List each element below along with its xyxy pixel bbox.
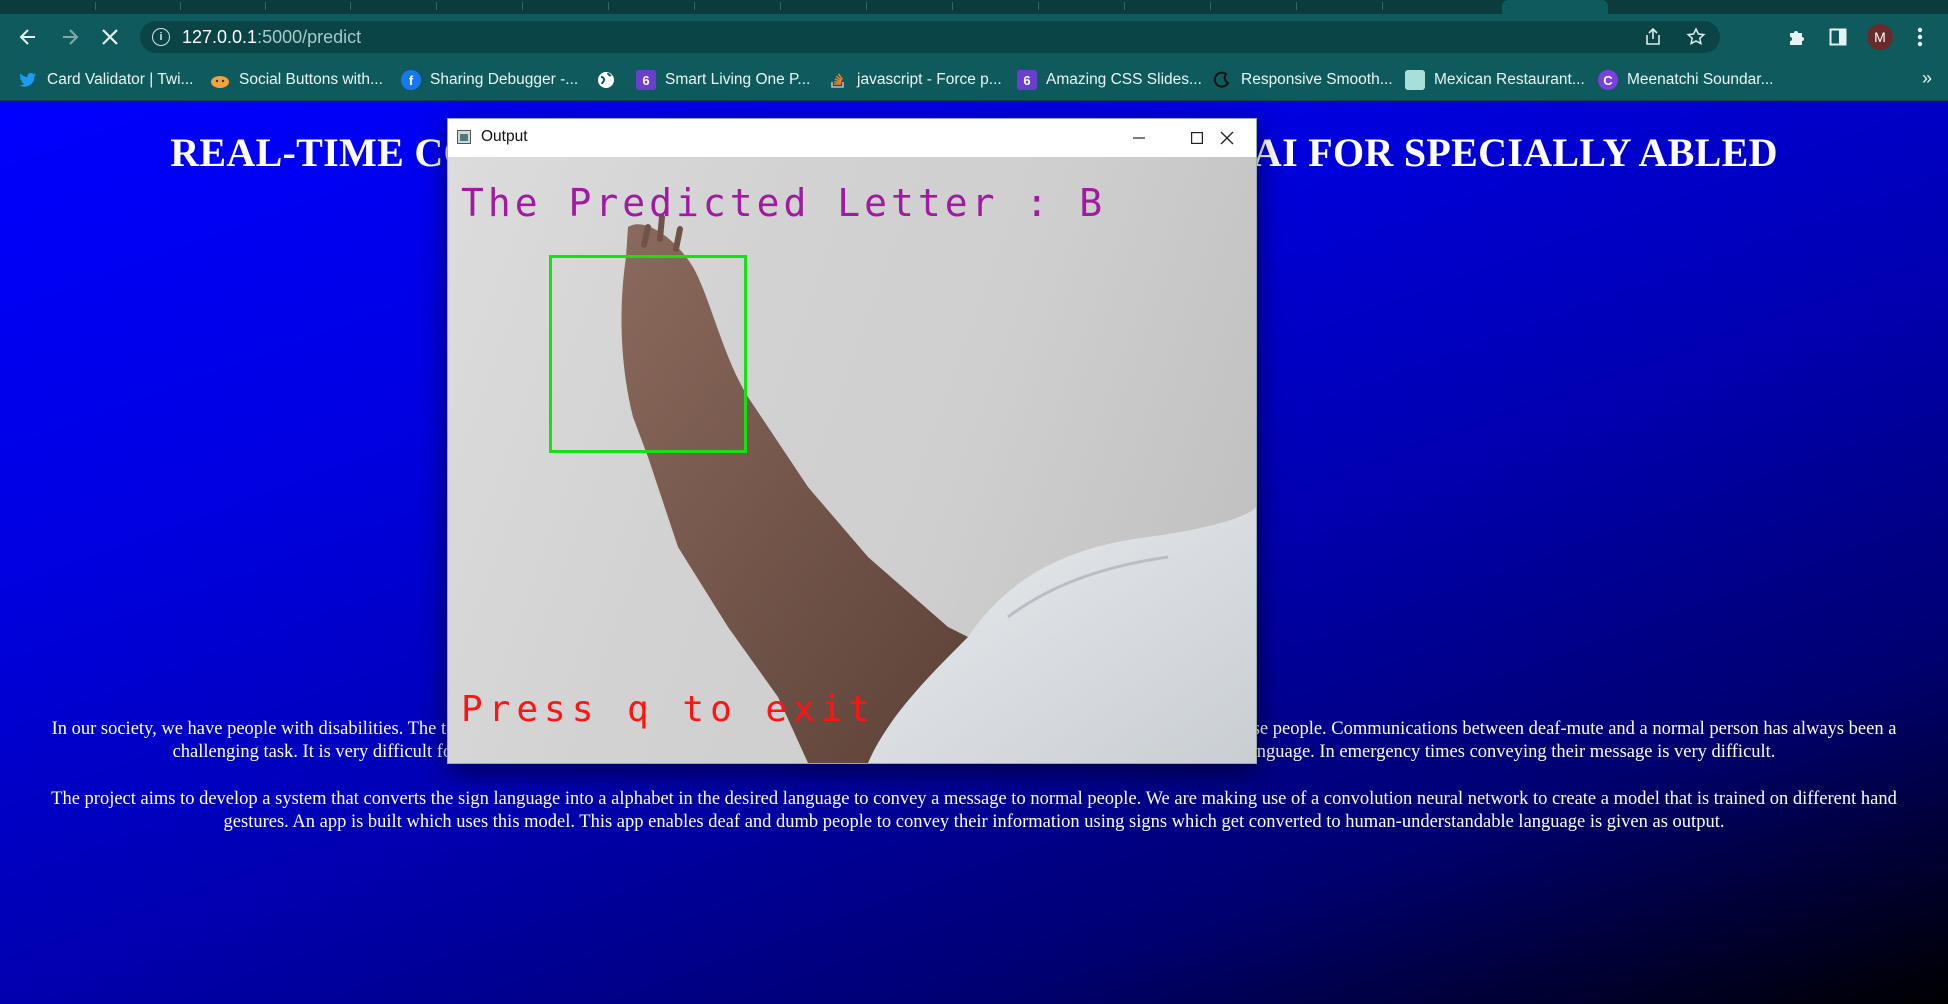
site-info-icon[interactable]: i bbox=[152, 28, 170, 46]
output-window-title: Output bbox=[481, 128, 528, 145]
tab-separator bbox=[866, 2, 867, 10]
tab-separator bbox=[780, 2, 781, 10]
arrow-right-icon bbox=[63, 29, 79, 45]
window-close-button[interactable] bbox=[1198, 119, 1256, 157]
tab-separator bbox=[1296, 2, 1297, 10]
bookmark-star-icon[interactable] bbox=[1686, 27, 1706, 47]
aim-paragraph: The project aims to develop a system tha… bbox=[51, 789, 1897, 832]
bookmark-label: Mexican Restaurant... bbox=[1434, 71, 1585, 88]
share-icon[interactable] bbox=[1644, 27, 1664, 47]
tab-separator bbox=[1124, 2, 1125, 10]
bookmark-item[interactable]: Responsive Smooth... bbox=[1212, 68, 1393, 92]
bookmark-label: Sharing Debugger -... bbox=[430, 71, 579, 88]
bookmark-item[interactable]: 6 Amazing CSS Slides... bbox=[1017, 68, 1202, 92]
prediction-overlay-text: The Predicted Letter : B bbox=[461, 181, 1107, 225]
exit-instruction-text: Press q to exit bbox=[461, 689, 877, 730]
stackoverflow-icon bbox=[828, 70, 848, 90]
tab-separator bbox=[952, 2, 953, 10]
bookmarks-overflow-icon[interactable]: » bbox=[1922, 68, 1932, 89]
bookmark-item[interactable]: f Sharing Debugger -... bbox=[401, 68, 578, 92]
window-app-icon bbox=[457, 130, 471, 144]
bookmarks-bar: Card Validator | Twi... Social Buttons w… bbox=[0, 60, 1948, 101]
browser-toolbar: i 127.0.0.1:5000/predict M bbox=[0, 14, 1948, 60]
emoji-face-icon bbox=[210, 70, 230, 90]
bookmark-label: Card Validator | Twi... bbox=[47, 71, 194, 88]
tab-separator bbox=[350, 2, 351, 10]
camera-feed: The Predicted Letter : B Press q to exit bbox=[448, 157, 1256, 763]
output-window[interactable]: Output The Predicted Letter: B Press q … bbox=[447, 118, 1257, 764]
bookmark-label: Social Buttons with... bbox=[239, 71, 383, 88]
tab-separator bbox=[265, 2, 266, 10]
image-icon bbox=[1405, 70, 1425, 90]
extensions-button[interactable] bbox=[1779, 14, 1815, 60]
profile-avatar[interactable]: M bbox=[1867, 24, 1893, 50]
tab-separator bbox=[608, 2, 609, 10]
bookmark-item[interactable]: javascript - Force p... bbox=[828, 68, 1002, 92]
menu-button[interactable] bbox=[1902, 14, 1938, 60]
active-tab[interactable] bbox=[1502, 0, 1608, 14]
tab-separator bbox=[180, 2, 181, 10]
kebab-menu-icon bbox=[1917, 27, 1923, 47]
bookmark-item[interactable]: Social Buttons with... bbox=[210, 68, 383, 92]
bookmark-label: Amazing CSS Slides... bbox=[1046, 71, 1202, 88]
tab-strip bbox=[0, 0, 1948, 14]
output-window-titlebar[interactable]: Output bbox=[448, 119, 1256, 157]
hand-detection-box bbox=[549, 255, 747, 453]
bookmark-label: Smart Living One P... bbox=[665, 71, 811, 88]
six-logo-icon: 6 bbox=[1017, 70, 1037, 90]
tab-separator bbox=[95, 2, 96, 10]
bookmark-label: javascript - Force p... bbox=[857, 71, 1002, 88]
bookmark-item[interactable]: Mexican Restaurant... bbox=[1405, 68, 1585, 92]
close-icon bbox=[1220, 131, 1234, 145]
minimize-icon bbox=[1133, 137, 1145, 139]
twitter-icon bbox=[18, 70, 38, 90]
minimize-button[interactable] bbox=[1110, 119, 1168, 157]
stop-loading-button[interactable] bbox=[90, 14, 130, 60]
address-bar[interactable]: i 127.0.0.1:5000/predict bbox=[140, 21, 1720, 53]
puzzle-icon bbox=[1790, 31, 1804, 45]
url-host: 127.0.0.1 bbox=[182, 26, 258, 47]
url-path: :5000/predict bbox=[257, 26, 362, 47]
side-panel-icon bbox=[1829, 28, 1847, 46]
bookmark-label: Responsive Smooth... bbox=[1241, 71, 1393, 88]
tab-separator bbox=[1382, 2, 1383, 10]
canva-icon: C bbox=[1598, 70, 1618, 90]
bookmark-item[interactable]: Card Validator | Twi... bbox=[18, 68, 193, 92]
six-logo-icon: 6 bbox=[636, 70, 656, 90]
globe-icon bbox=[596, 70, 616, 90]
tab-separator bbox=[1210, 2, 1211, 10]
webcam-frame-image bbox=[621, 214, 1256, 763]
close-icon bbox=[102, 29, 118, 45]
tab-separator bbox=[436, 2, 437, 10]
moon-logo-icon bbox=[1212, 70, 1232, 90]
back-button[interactable] bbox=[8, 14, 48, 60]
tab-separator bbox=[694, 2, 695, 10]
facebook-icon: f bbox=[401, 70, 421, 90]
arrow-left-icon bbox=[19, 29, 35, 45]
bookmark-item[interactable]: 6 Smart Living One P... bbox=[636, 68, 810, 92]
forward-button[interactable] bbox=[50, 14, 90, 60]
tab-separator bbox=[522, 2, 523, 10]
tab-separator bbox=[1038, 2, 1039, 10]
bookmark-item[interactable] bbox=[596, 68, 625, 92]
bookmark-label: Meenatchi Soundar... bbox=[1627, 71, 1774, 88]
side-panel-button[interactable] bbox=[1820, 14, 1856, 60]
bookmark-item[interactable]: C Meenatchi Soundar... bbox=[1598, 68, 1774, 92]
